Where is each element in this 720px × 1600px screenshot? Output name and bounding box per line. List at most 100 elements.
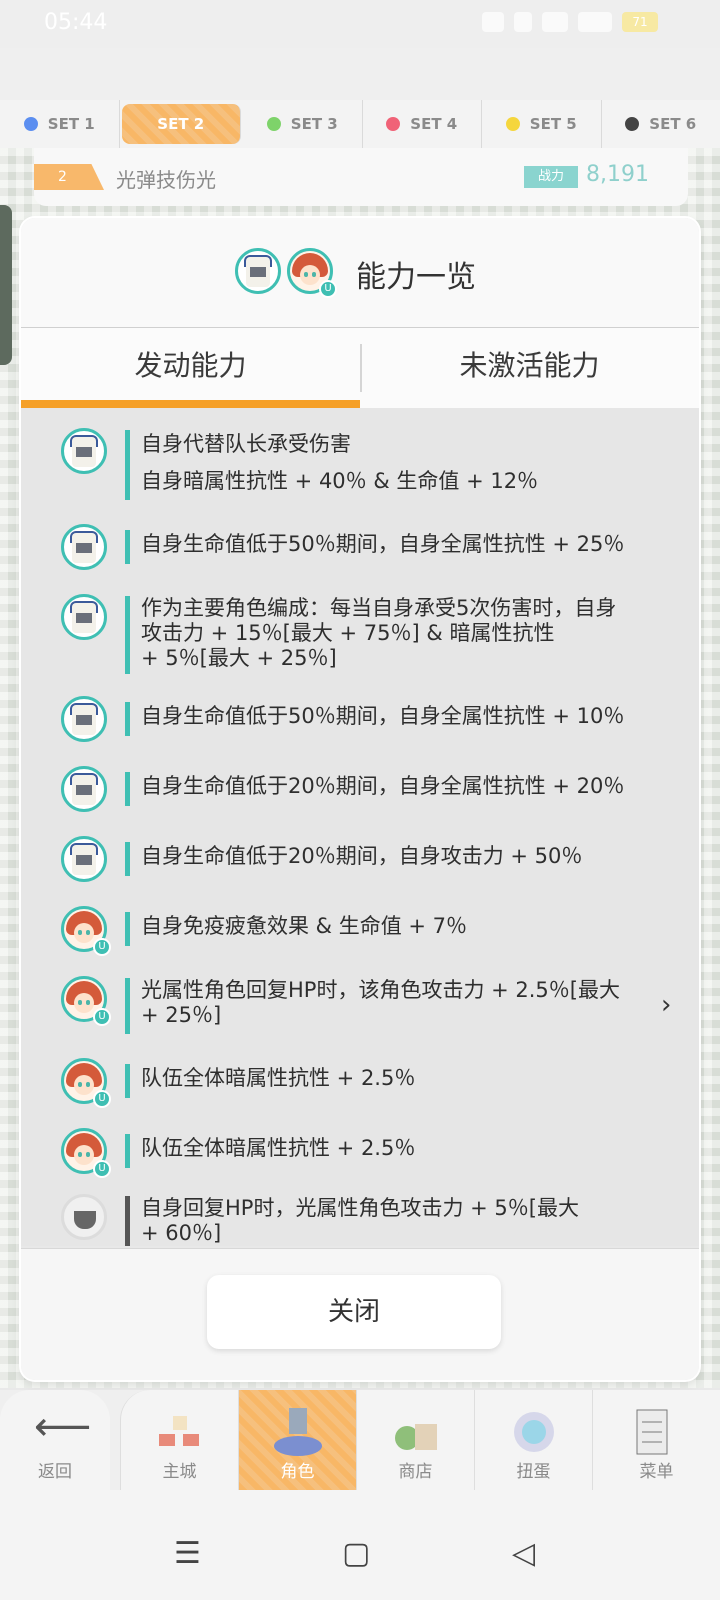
ability-bar [125, 596, 130, 674]
team-number: 2 [34, 164, 104, 190]
knight-avatar-icon [235, 248, 281, 294]
set-tab-3[interactable]: SET 3 [243, 100, 363, 148]
team-name: 光弹技伤光 [116, 168, 216, 192]
ability-text: 自身免疫疲惫效果 & 生命值 + 7％ [141, 914, 468, 938]
header-knight-avatar [235, 248, 281, 294]
ability-row: 自身生命值低于20％期间，自身攻击力 + 50％ [21, 836, 699, 886]
shop-icon [391, 1408, 441, 1458]
nav-town[interactable]: 主城 [120, 1390, 238, 1490]
ability-row: 自身生命值低于50％期间，自身全属性抗性 + 10％ [21, 696, 699, 746]
ability-text: 光属性角色回复HP时，该角色攻击力 + 2.5％[最大 + 25％] [141, 978, 620, 1027]
knight-avatar-icon [61, 696, 107, 742]
knight-avatar-icon [61, 428, 107, 474]
ability-tabs: 发动能力 未激活能力 [21, 328, 699, 408]
status-bar: 05:44 71 [0, 0, 720, 48]
nav-back[interactable]: ⟵ 返回 [0, 1390, 110, 1490]
left-edge-handle[interactable] [0, 205, 12, 365]
ability-row: U 队伍全体暗属性抗性 + 2.5％ [21, 1058, 699, 1108]
set-tab-2[interactable]: SET 2 [121, 104, 241, 144]
knight-avatar-icon [61, 594, 107, 640]
signal-icon [578, 12, 612, 32]
nav-shop[interactable]: 商店 [356, 1390, 474, 1490]
ability-row: 自身生命值低于20％期间，自身全属性抗性 + 20％ [21, 766, 699, 816]
girl-avatar-icon: U [61, 1058, 111, 1108]
ability-bar [125, 842, 130, 876]
knight-avatar-icon [61, 766, 107, 812]
town-icon [155, 1408, 205, 1458]
status-time: 05:44 [44, 10, 108, 35]
header-girl-avatar: U [287, 248, 337, 298]
modal-title: 能力一览 [356, 260, 476, 295]
set-tabs: SET 1 SET 2 SET 3 SET 4 SET 5 SET 6 [0, 100, 720, 148]
tab-active-abilities[interactable]: 发动能力 [21, 328, 360, 408]
ability-text: 自身生命值低于20％期间，自身全属性抗性 + 20％ [141, 774, 625, 798]
modal-footer: 关闭 [21, 1248, 699, 1380]
alarm-icon [482, 12, 504, 32]
ability-bar [125, 1196, 130, 1246]
set-1-dot-icon [23, 117, 38, 131]
power-label: 战力 [524, 166, 578, 188]
ability-row: 自身代替队长承受伤害 自身暗属性抗性 + 40％ & 生命值 + 12％ [21, 428, 699, 500]
hd-icon [542, 12, 568, 32]
ability-text: 自身回复HP时，光属性角色攻击力 + 5％[最大 + 60％] [141, 1196, 579, 1245]
ability-bar [125, 702, 130, 736]
power-value: 8,191 [586, 162, 649, 187]
set-tab-4[interactable]: SET 4 [363, 100, 482, 148]
ability-row: U 光属性角色回复HP时，该角色攻击力 + 2.5％[最大 + 25％] [21, 976, 699, 1036]
ability-text: 自身生命值低于50％期间，自身全属性抗性 + 10％ [141, 704, 625, 728]
system-nav-bar: ☰ ▢ ◁ [0, 1490, 720, 1600]
ability-bar [125, 430, 130, 500]
ability-bar [125, 912, 130, 946]
set-tab-1[interactable]: SET 1 [0, 100, 120, 148]
girl-avatar-icon: U [61, 1128, 111, 1178]
girl-avatar-icon: U [61, 906, 111, 956]
ability-list[interactable]: 自身代替队长承受伤害 自身暗属性抗性 + 40％ & 生命值 + 12％ 自身生命… [21, 408, 699, 1246]
recent-apps-icon[interactable]: ☰ [174, 1536, 201, 1571]
ability-row: 作为主要角色编成：每当自身承受5次伤害时，自身 攻击力 + 15％[最大 + 75… [21, 594, 699, 674]
home-icon[interactable]: ▢ [342, 1536, 370, 1571]
nav-character[interactable]: 角色 [238, 1390, 356, 1490]
ability-bar [125, 772, 130, 806]
ability-text: 作为主要角色编成：每当自身承受5次伤害时，自身 攻击力 + 15％[最大 + 75… [141, 596, 617, 670]
ability-text: 队伍全体暗属性抗性 + 2.5％ [141, 1066, 416, 1090]
ability-bar [125, 530, 130, 564]
knight-avatar-icon [61, 524, 107, 570]
ability-bar [125, 978, 130, 1034]
knight-avatar-icon [61, 836, 107, 882]
battery-icon: 71 [622, 12, 658, 32]
character-icon [273, 1408, 323, 1458]
back-arrow-icon: ⟵ [34, 1404, 92, 1450]
set-tab-5[interactable]: SET 5 [482, 100, 602, 148]
u-badge-icon: U [319, 280, 337, 298]
gear-avatar-icon [61, 1194, 107, 1240]
set-5-dot-icon [505, 117, 520, 131]
menu-icon [627, 1408, 677, 1458]
bottom-nav: ⟵ 返回 主城 角色 商店 扭蛋 菜单 [0, 1390, 720, 1490]
ability-row: 自身生命值低于50％期间，自身全属性抗性 + 25％ [21, 524, 699, 574]
ability-text: 自身生命值低于20％期间，自身攻击力 + 50％ [141, 844, 583, 868]
ability-row: 自身回复HP时，光属性角色攻击力 + 5％[最大 + 60％] [21, 1194, 699, 1246]
set-4-dot-icon [386, 117, 401, 131]
nav-gacha[interactable]: 扭蛋 [474, 1390, 592, 1490]
set-6-dot-icon [625, 117, 640, 131]
close-button[interactable]: 关闭 [207, 1275, 501, 1349]
ability-text: 自身代替队长承受伤害 自身暗属性抗性 + 40％ & 生命值 + 12％ [141, 432, 539, 493]
ability-modal: U 能力一览 发动能力 未激活能力 自身代替队长承受伤害 自身暗属性抗性 + 40… [21, 218, 699, 1380]
gacha-icon [509, 1408, 559, 1458]
ability-row: U 队伍全体暗属性抗性 + 2.5％ [21, 1128, 699, 1178]
ability-text: 自身生命值低于50％期间，自身全属性抗性 + 25％ [141, 532, 625, 556]
set-tab-6[interactable]: SET 6 [602, 100, 720, 148]
ability-text: 队伍全体暗属性抗性 + 2.5％ [141, 1136, 416, 1160]
mute-icon [514, 12, 532, 32]
back-triangle-icon[interactable]: ◁ [512, 1536, 535, 1571]
team-card[interactable]: 2 光弹技伤光 战力 8,191 [34, 148, 688, 206]
nav-menu[interactable]: 菜单 [592, 1390, 720, 1490]
set-3-dot-icon [266, 117, 281, 131]
ability-row: U 自身免疫疲惫效果 & 生命值 + 7％ [21, 906, 699, 956]
tab-inactive-abilities[interactable]: 未激活能力 [360, 328, 699, 408]
ability-bar [125, 1134, 130, 1168]
chevron-right-icon[interactable]: › [661, 990, 671, 1020]
girl-avatar-icon: U [61, 976, 111, 1026]
status-icons: 71 [482, 12, 658, 32]
modal-header: U 能力一览 [21, 218, 699, 328]
